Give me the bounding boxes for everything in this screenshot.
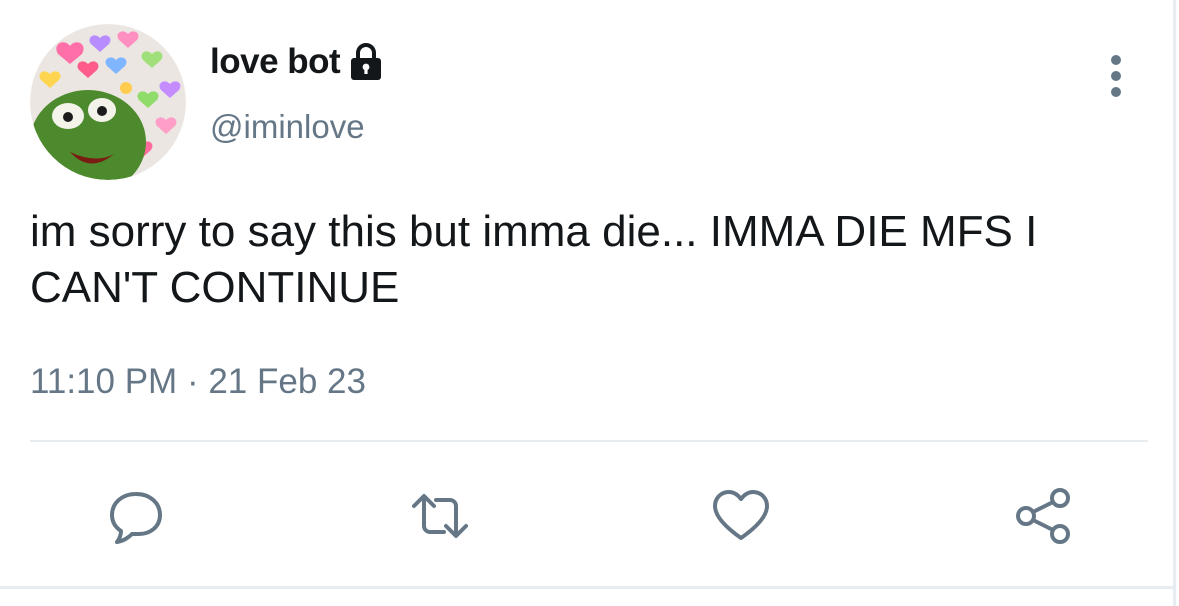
tweet-text: im sorry to say this but imma die... IMM…	[30, 207, 1038, 312]
display-name[interactable]: love bot	[210, 42, 341, 82]
lock-icon	[348, 42, 384, 82]
share-icon	[1016, 488, 1070, 544]
bottom-border	[0, 586, 1176, 589]
divider	[30, 440, 1148, 442]
reply-button[interactable]	[106, 486, 166, 546]
more-options-icon[interactable]	[1096, 52, 1136, 100]
tweet-date: 21 Feb 23	[208, 362, 366, 401]
display-name-row: love bot	[210, 40, 384, 84]
avatar-image	[30, 24, 186, 180]
user-handle[interactable]: @iminlove	[210, 108, 365, 146]
retweet-button[interactable]	[410, 486, 470, 546]
retweet-icon	[412, 494, 468, 538]
share-button[interactable]	[1014, 486, 1074, 546]
like-icon	[713, 490, 769, 540]
reply-icon	[110, 492, 162, 544]
tweet-timestamp[interactable]: 11:10 PM · 21 Feb 23	[30, 362, 366, 402]
tweet-time: 11:10 PM	[30, 362, 178, 401]
tweet-card: love bot @iminlove im sorry to say this …	[0, 0, 1176, 606]
avatar[interactable]	[30, 24, 186, 180]
like-button[interactable]	[711, 486, 771, 546]
meta-separator: ·	[186, 362, 199, 401]
